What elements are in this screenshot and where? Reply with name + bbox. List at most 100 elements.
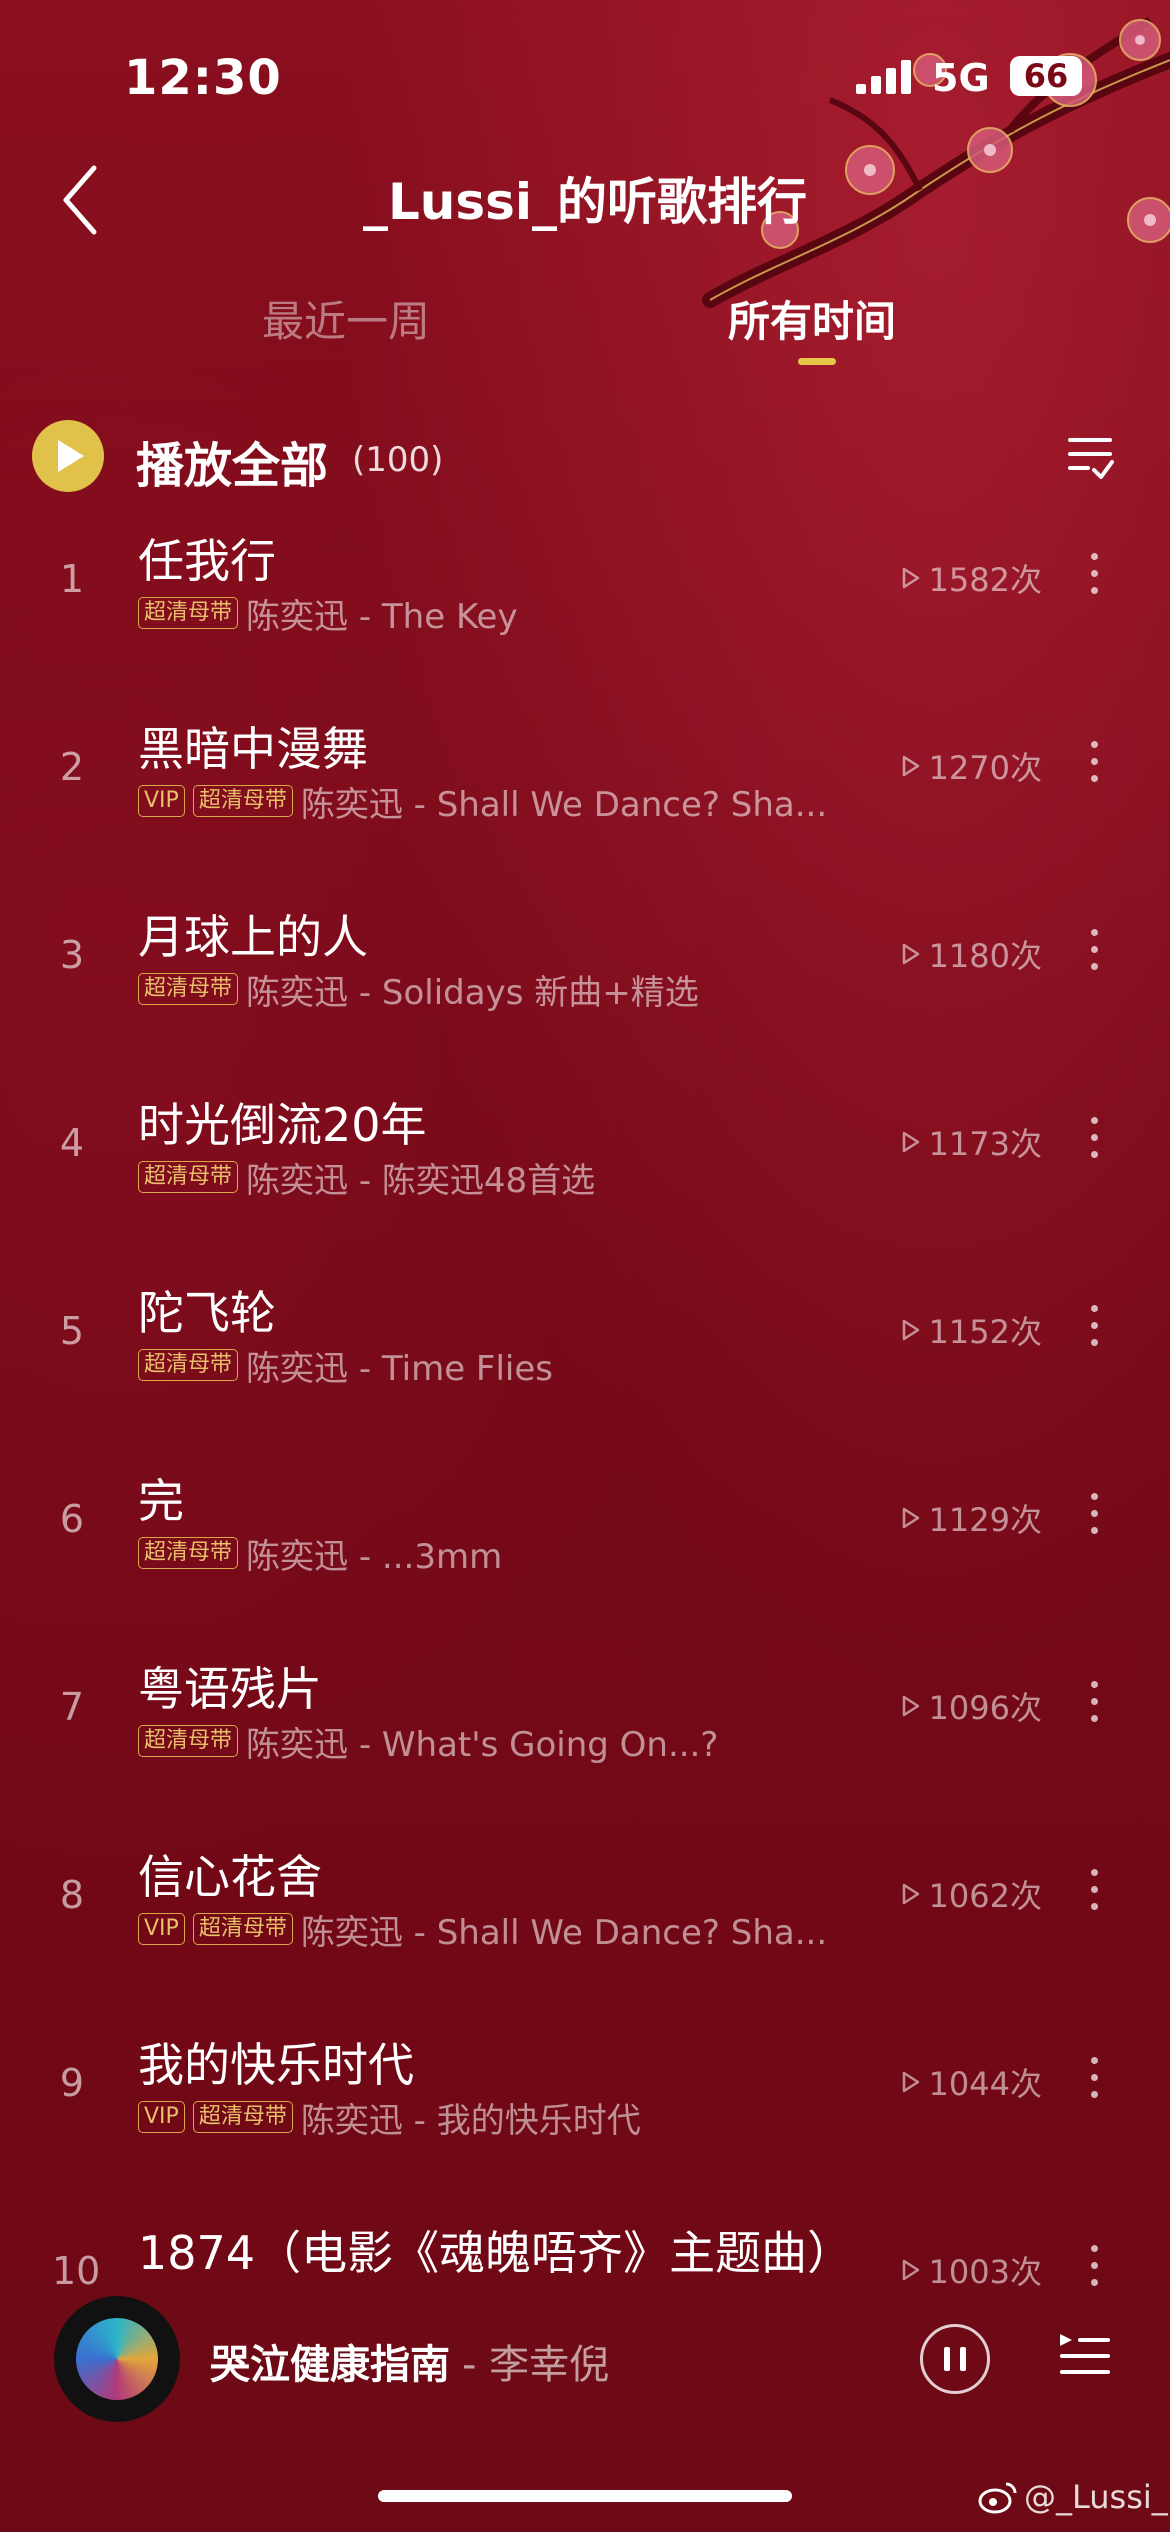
song-title[interactable]: 1874（电影《魂魄唔齐》主题曲） bbox=[138, 2217, 853, 2283]
watermark-text: @_Lussi_ bbox=[1024, 2478, 1168, 2516]
play-count: 1129次 bbox=[901, 1495, 1042, 1541]
multi-select-icon[interactable] bbox=[1066, 432, 1114, 482]
status-bar: 12:30 5G 66 bbox=[0, 50, 1170, 110]
now-playing-title[interactable]: 哭泣健康指南 bbox=[210, 2332, 450, 2390]
quality-badge: 超清母带 bbox=[138, 597, 239, 629]
home-indicator[interactable] bbox=[378, 2490, 792, 2502]
song-meta: 超清母带 陈奕迅 - ...3mm bbox=[138, 1533, 502, 1577]
song-row[interactable]: 1 任我行 超清母带 陈奕迅 - The Key 1582次 bbox=[0, 505, 1170, 693]
play-count-value: 1173次 bbox=[928, 1125, 1042, 1163]
song-meta: 超清母带 陈奕迅 - Solidays 新曲+精选 bbox=[138, 969, 699, 1013]
tab-recent-week[interactable]: 最近一周 bbox=[262, 288, 430, 349]
play-all-label[interactable]: 播放全部 bbox=[136, 426, 328, 496]
battery-indicator: 66 bbox=[1010, 56, 1082, 96]
network-type: 5G bbox=[932, 56, 990, 100]
song-meta: VIP 超清母带 陈奕迅 - 我的快乐时代 bbox=[138, 2097, 641, 2141]
song-row[interactable]: 7 粤语残片 超清母带 陈奕迅 - What's Going On...? 1096次 bbox=[0, 1633, 1170, 1821]
play-count-value: 1270次 bbox=[928, 749, 1042, 787]
pause-icon bbox=[944, 2347, 950, 2371]
song-title[interactable]: 时光倒流20年 bbox=[138, 1089, 427, 1155]
quality-badge: 超清母带 bbox=[138, 1725, 239, 1757]
song-row[interactable]: 8 信心花舍 VIP 超清母带 陈奕迅 - Shall We Dance? Sha...… bbox=[0, 1821, 1170, 2009]
playlist-icon[interactable] bbox=[1056, 2328, 1112, 2384]
more-icon[interactable] bbox=[1088, 1681, 1100, 1733]
play-count: 1152次 bbox=[901, 1307, 1042, 1353]
quality-badge: 超清母带 bbox=[138, 1349, 239, 1381]
play-icon bbox=[58, 440, 84, 472]
play-all-count: (100) bbox=[352, 440, 444, 480]
song-row[interactable]: 6 完超清母带 陈奕迅 - ...3mm 1129次 bbox=[0, 1445, 1170, 1633]
song-title[interactable]: 完 bbox=[138, 1465, 184, 1531]
play-all-bar: 播放全部 (100) bbox=[0, 420, 1170, 494]
song-rank: 1 bbox=[59, 557, 85, 601]
signal-icon bbox=[856, 60, 911, 94]
play-count-value: 1044次 bbox=[928, 2065, 1042, 2103]
song-rank: 7 bbox=[59, 1685, 85, 1729]
play-count-value: 1152次 bbox=[928, 1313, 1042, 1351]
song-meta: VIP 超清母带 陈奕迅 - Shall We Dance? Sha... bbox=[138, 781, 827, 825]
song-title[interactable]: 陀飞轮 bbox=[138, 1277, 276, 1343]
song-title[interactable]: 黑暗中漫舞 bbox=[138, 713, 368, 779]
song-row[interactable]: 9 我的快乐时代 VIP 超清母带 陈奕迅 - 我的快乐时代 1044次 bbox=[0, 2009, 1170, 2197]
pause-icon bbox=[960, 2347, 966, 2371]
play-count: 1044次 bbox=[901, 2059, 1042, 2105]
song-row[interactable]: 2 黑暗中漫舞 VIP 超清母带 陈奕迅 - Shall We Dance? Sha..… bbox=[0, 693, 1170, 881]
song-rank: 3 bbox=[59, 933, 85, 977]
pause-button[interactable] bbox=[920, 2324, 990, 2394]
more-icon[interactable] bbox=[1088, 2057, 1100, 2109]
song-title[interactable]: 我的快乐时代 bbox=[138, 2029, 414, 2095]
play-count-icon bbox=[902, 2071, 919, 2093]
song-title[interactable]: 任我行 bbox=[138, 525, 276, 591]
song-title[interactable]: 粤语残片 bbox=[138, 1653, 322, 1719]
quality-badge: 超清母带 bbox=[138, 973, 239, 1005]
weibo-icon bbox=[978, 2482, 1017, 2514]
more-icon[interactable] bbox=[1088, 929, 1100, 981]
quality-badge: 超清母带 bbox=[138, 1161, 239, 1193]
more-icon[interactable] bbox=[1088, 1493, 1100, 1545]
song-rank: 6 bbox=[59, 1497, 85, 1541]
play-count-value: 1129次 bbox=[928, 1501, 1042, 1539]
play-count-icon bbox=[902, 1695, 919, 1717]
quality-badge: 超清母带 bbox=[192, 785, 293, 817]
song-meta: 超清母带 陈奕迅 - What's Going On...? bbox=[138, 1721, 718, 1765]
play-count-icon bbox=[902, 1131, 919, 1153]
play-count-icon bbox=[902, 755, 919, 777]
play-count: 1173次 bbox=[901, 1119, 1042, 1165]
vip-badge: VIP bbox=[138, 2101, 185, 2133]
song-rank: 4 bbox=[59, 1121, 85, 1165]
play-count: 1270次 bbox=[901, 743, 1042, 789]
quality-badge: 超清母带 bbox=[192, 1913, 293, 1945]
play-count-icon bbox=[902, 1319, 919, 1341]
play-count-icon bbox=[902, 567, 919, 589]
song-rank: 9 bbox=[59, 2061, 85, 2105]
play-count-icon bbox=[902, 1507, 919, 1529]
vip-badge: VIP bbox=[138, 1913, 185, 1945]
song-meta: 超清母带 陈奕迅 - 陈奕迅48首选 bbox=[138, 1157, 595, 1201]
more-icon[interactable] bbox=[1088, 553, 1100, 605]
song-list: 1 任我行 超清母带 陈奕迅 - The Key 1582次 2 黑暗中漫舞 VIP 超清母带陈… bbox=[0, 505, 1170, 2385]
play-count: 1582次 bbox=[901, 555, 1042, 601]
song-row[interactable]: 5 陀飞轮 超清母带 陈奕迅 - Time Flies 1152次 bbox=[0, 1257, 1170, 1445]
song-row[interactable]: 3 月球上的人 超清母带 陈奕迅 - Solidays 新曲+精选 1180次 bbox=[0, 881, 1170, 1069]
watermark: @_Lussi_ bbox=[978, 2478, 1168, 2516]
song-meta: 超清母带 陈奕迅 - The Key bbox=[138, 593, 518, 637]
song-meta: 超清母带 陈奕迅 - Time Flies bbox=[138, 1345, 553, 1389]
quality-badge: 超清母带 bbox=[192, 2101, 293, 2133]
play-count-value: 1180次 bbox=[928, 937, 1042, 975]
song-title[interactable]: 月球上的人 bbox=[138, 901, 368, 967]
play-count: 1180次 bbox=[901, 931, 1042, 977]
tab-all-time[interactable]: 所有时间 bbox=[728, 288, 896, 349]
more-icon[interactable] bbox=[1088, 741, 1100, 793]
more-icon[interactable] bbox=[1088, 1869, 1100, 1921]
song-rank: 5 bbox=[59, 1309, 85, 1353]
play-all-button[interactable] bbox=[32, 420, 104, 492]
song-row[interactable]: 4 时光倒流20年 超清母带 陈奕迅 - 陈奕迅48首选 1173次 bbox=[0, 1069, 1170, 1257]
song-title[interactable]: 信心花舍 bbox=[138, 1841, 322, 1907]
play-count-value: 1582次 bbox=[928, 561, 1042, 599]
now-playing-artist: - 李幸倪 bbox=[462, 2342, 610, 2388]
song-artist-album: 陈奕迅 - ...3mm bbox=[246, 1536, 503, 1577]
album-cover[interactable] bbox=[54, 2296, 180, 2422]
more-icon[interactable] bbox=[1088, 1117, 1100, 1169]
more-icon[interactable] bbox=[1088, 1305, 1100, 1357]
song-artist-album: 陈奕迅 - Shall We Dance? Sha... bbox=[300, 784, 828, 825]
